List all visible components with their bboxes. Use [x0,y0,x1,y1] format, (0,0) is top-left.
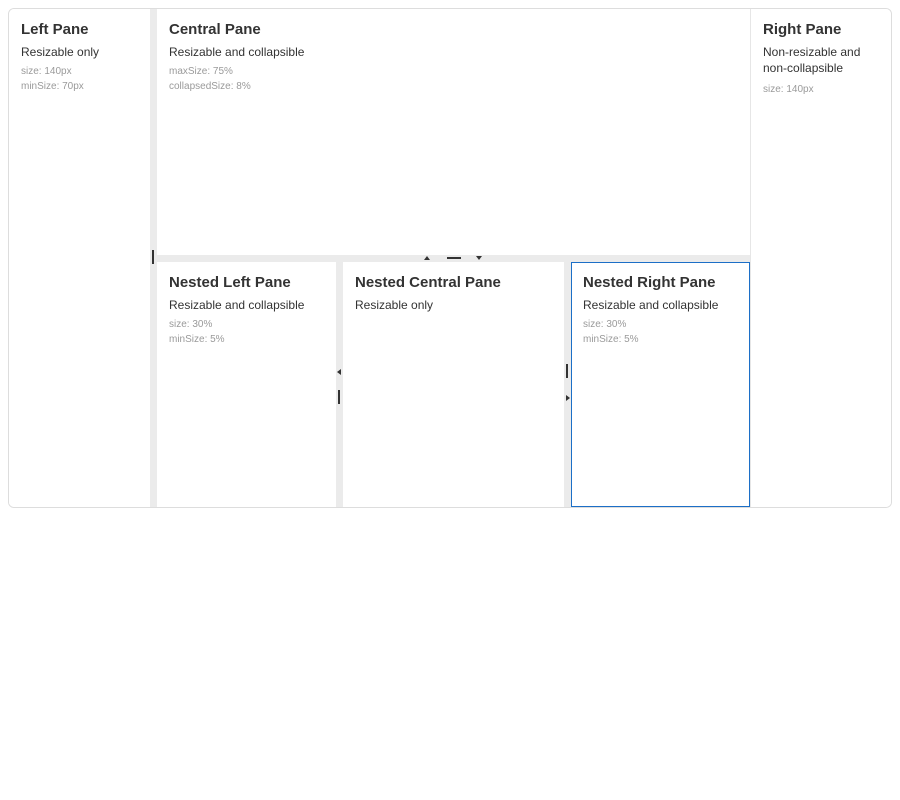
pane-title: Left Pane [21,21,89,38]
pane-title: Nested Right Pane [583,274,716,291]
resize-handle-vertical-icon[interactable] [566,364,568,378]
pane-description: Non-resizable and non-collapsible [763,44,879,76]
pane-description-line-1: Non-resizable and [763,45,861,59]
resize-handle-horizontal-icon[interactable] [447,257,461,259]
pane-meta-minsize: minSize: 5% [169,334,225,345]
pane-meta-minsize: minSize: 70px [21,81,84,92]
pane-description: Resizable only [355,298,434,312]
pane-description: Resizable and collapsible [169,45,305,59]
pane-title: Nested Central Pane [355,274,501,291]
nested-left-pane: Nested Left Pane Resizable and collapsib… [157,262,336,507]
pane-title: Right Pane [763,21,842,38]
central-pane: Central Pane Resizable and collapsible m… [157,9,750,255]
splitter-bar-nested-right[interactable] [564,262,571,507]
pane-description: Resizable and collapsible [169,298,305,312]
pane-description: Resizable and collapsible [583,298,719,312]
pane-description: Resizable only [21,45,100,59]
pane-meta-size: size: 140px [763,84,814,95]
collapse-up-icon[interactable] [424,256,430,260]
pane-title: Nested Left Pane [169,274,291,291]
collapse-right-icon[interactable] [566,395,570,401]
left-pane: Left Pane Resizable only size: 140px min… [9,9,150,507]
pane-meta-collapsedsize: collapsedSize: 8% [169,81,251,92]
splitter-bar-left[interactable] [150,9,157,507]
right-pane: Right Pane Non-resizable and non-collaps… [751,9,891,507]
collapse-down-icon[interactable] [476,256,482,260]
resize-handle-vertical-icon[interactable] [152,250,154,264]
pane-meta-size: size: 140px [21,66,72,77]
collapse-left-icon[interactable] [337,369,341,375]
splitter-bar-nested-left[interactable] [336,262,343,507]
pane-meta-maxsize: maxSize: 75% [169,66,233,77]
pane-meta-minsize: minSize: 5% [583,334,639,345]
nested-central-pane: Nested Central Pane Resizable only [343,262,564,507]
resize-handle-vertical-icon[interactable] [338,390,340,404]
pane-title: Central Pane [169,21,261,38]
pane-meta-size: size: 30% [169,319,213,330]
splitter-root: Left Pane Resizable only size: 140px min… [8,8,892,508]
pane-description-line-2: non-collapsible [763,61,844,75]
nested-right-pane[interactable]: Nested Right Pane Resizable and collapsi… [571,262,750,507]
pane-meta-size: size: 30% [583,319,627,330]
splitter-bar-horizontal[interactable] [157,255,750,262]
